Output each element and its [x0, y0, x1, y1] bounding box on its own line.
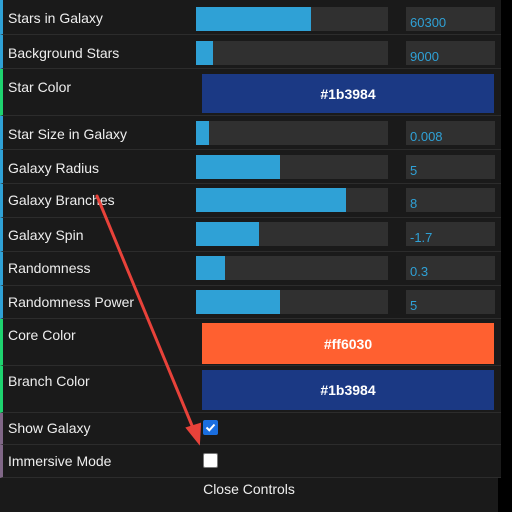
row-stars-in-galaxy: Stars in Galaxy 60300: [0, 0, 501, 35]
slider-fill: [196, 256, 225, 280]
close-controls-button[interactable]: Close Controls: [0, 478, 498, 500]
swatch-core-color[interactable]: #ff6030: [202, 323, 494, 364]
row-galaxy-radius: Galaxy Radius 5: [0, 150, 501, 184]
input-randomness[interactable]: 0.3: [406, 256, 495, 280]
hex-star-color: #1b3984: [320, 85, 376, 102]
slider-galaxy-spin[interactable]: [196, 222, 388, 246]
row-galaxy-branches: Galaxy Branches 8: [0, 184, 501, 218]
row-core-color: Core Color #ff6030: [0, 319, 501, 366]
input-randomness-power[interactable]: 5: [406, 290, 495, 314]
slider-fill: [196, 7, 312, 31]
label-galaxy-branches: Galaxy Branches: [8, 192, 115, 208]
slider-fill: [196, 155, 281, 179]
row-galaxy-spin: Galaxy Spin -1.7: [0, 218, 501, 252]
swatch-branch-color[interactable]: #1b3984: [202, 370, 494, 410]
slider-fill: [196, 290, 281, 314]
swatch-star-color[interactable]: #1b3984: [202, 74, 494, 113]
value-background-stars: 9000: [410, 49, 439, 64]
input-star-size[interactable]: 0.008: [406, 121, 495, 145]
label-randomness-power: Randomness Power: [8, 294, 135, 310]
label-core-color: Core Color: [8, 327, 76, 343]
label-branch-color: Branch Color: [8, 373, 90, 389]
slider-randomness-power[interactable]: [196, 290, 388, 314]
label-stars-in-galaxy: Stars in Galaxy: [8, 10, 103, 26]
checkbox-immersive-mode[interactable]: [203, 453, 218, 468]
value-galaxy-spin: -1.7: [410, 230, 433, 245]
label-star-size: Star Size in Galaxy: [8, 126, 128, 142]
input-stars-in-galaxy[interactable]: 60300: [406, 7, 495, 31]
value-galaxy-branches: 8: [410, 196, 418, 211]
row-show-galaxy: Show Galaxy: [0, 413, 501, 445]
label-star-color: Star Color: [8, 79, 72, 95]
slider-fill: [196, 121, 210, 145]
row-background-stars: Background Stars 9000: [0, 35, 501, 69]
label-galaxy-spin: Galaxy Spin: [8, 227, 84, 243]
value-stars-in-galaxy: 60300: [410, 15, 447, 30]
slider-galaxy-radius[interactable]: [196, 155, 388, 179]
slider-star-size[interactable]: [196, 121, 388, 145]
slider-stars-in-galaxy[interactable]: [196, 7, 388, 31]
slider-fill: [196, 188, 346, 212]
value-randomness-power: 5: [410, 298, 418, 313]
row-randomness: Randomness 0.3: [0, 252, 501, 286]
label-immersive-mode: Immersive Mode: [8, 453, 112, 469]
row-star-size: Star Size in Galaxy 0.008: [0, 116, 501, 150]
input-galaxy-branches[interactable]: 8: [406, 188, 495, 212]
checkmark-icon: [205, 423, 216, 432]
row-branch-color: Branch Color #1b3984: [0, 366, 501, 413]
row-star-color: Star Color #1b3984: [0, 69, 501, 116]
label-show-galaxy: Show Galaxy: [8, 420, 91, 436]
value-randomness: 0.3: [410, 264, 429, 279]
slider-fill: [196, 222, 260, 246]
label-galaxy-radius: Galaxy Radius: [8, 160, 100, 176]
slider-background-stars[interactable]: [196, 41, 388, 65]
slider-randomness[interactable]: [196, 256, 388, 280]
input-galaxy-radius[interactable]: 5: [406, 155, 495, 179]
input-background-stars[interactable]: 9000: [406, 41, 495, 65]
row-randomness-power: Randomness Power 5: [0, 286, 501, 319]
label-background-stars: Background Stars: [8, 45, 120, 61]
hex-branch-color: #1b3984: [320, 382, 376, 398]
row-immersive-mode: Immersive Mode: [0, 445, 501, 478]
value-galaxy-radius: 5: [410, 163, 418, 178]
slider-fill: [196, 41, 214, 65]
hex-core-color: #ff6030: [323, 335, 373, 352]
input-galaxy-spin[interactable]: -1.7: [406, 222, 495, 246]
slider-galaxy-branches[interactable]: [196, 188, 388, 212]
value-star-size: 0.008: [410, 129, 443, 144]
controls-panel: Stars in Galaxy 60300 Background Stars 9…: [0, 0, 501, 512]
checkbox-show-galaxy[interactable]: [203, 420, 218, 435]
label-randomness: Randomness: [8, 260, 91, 276]
